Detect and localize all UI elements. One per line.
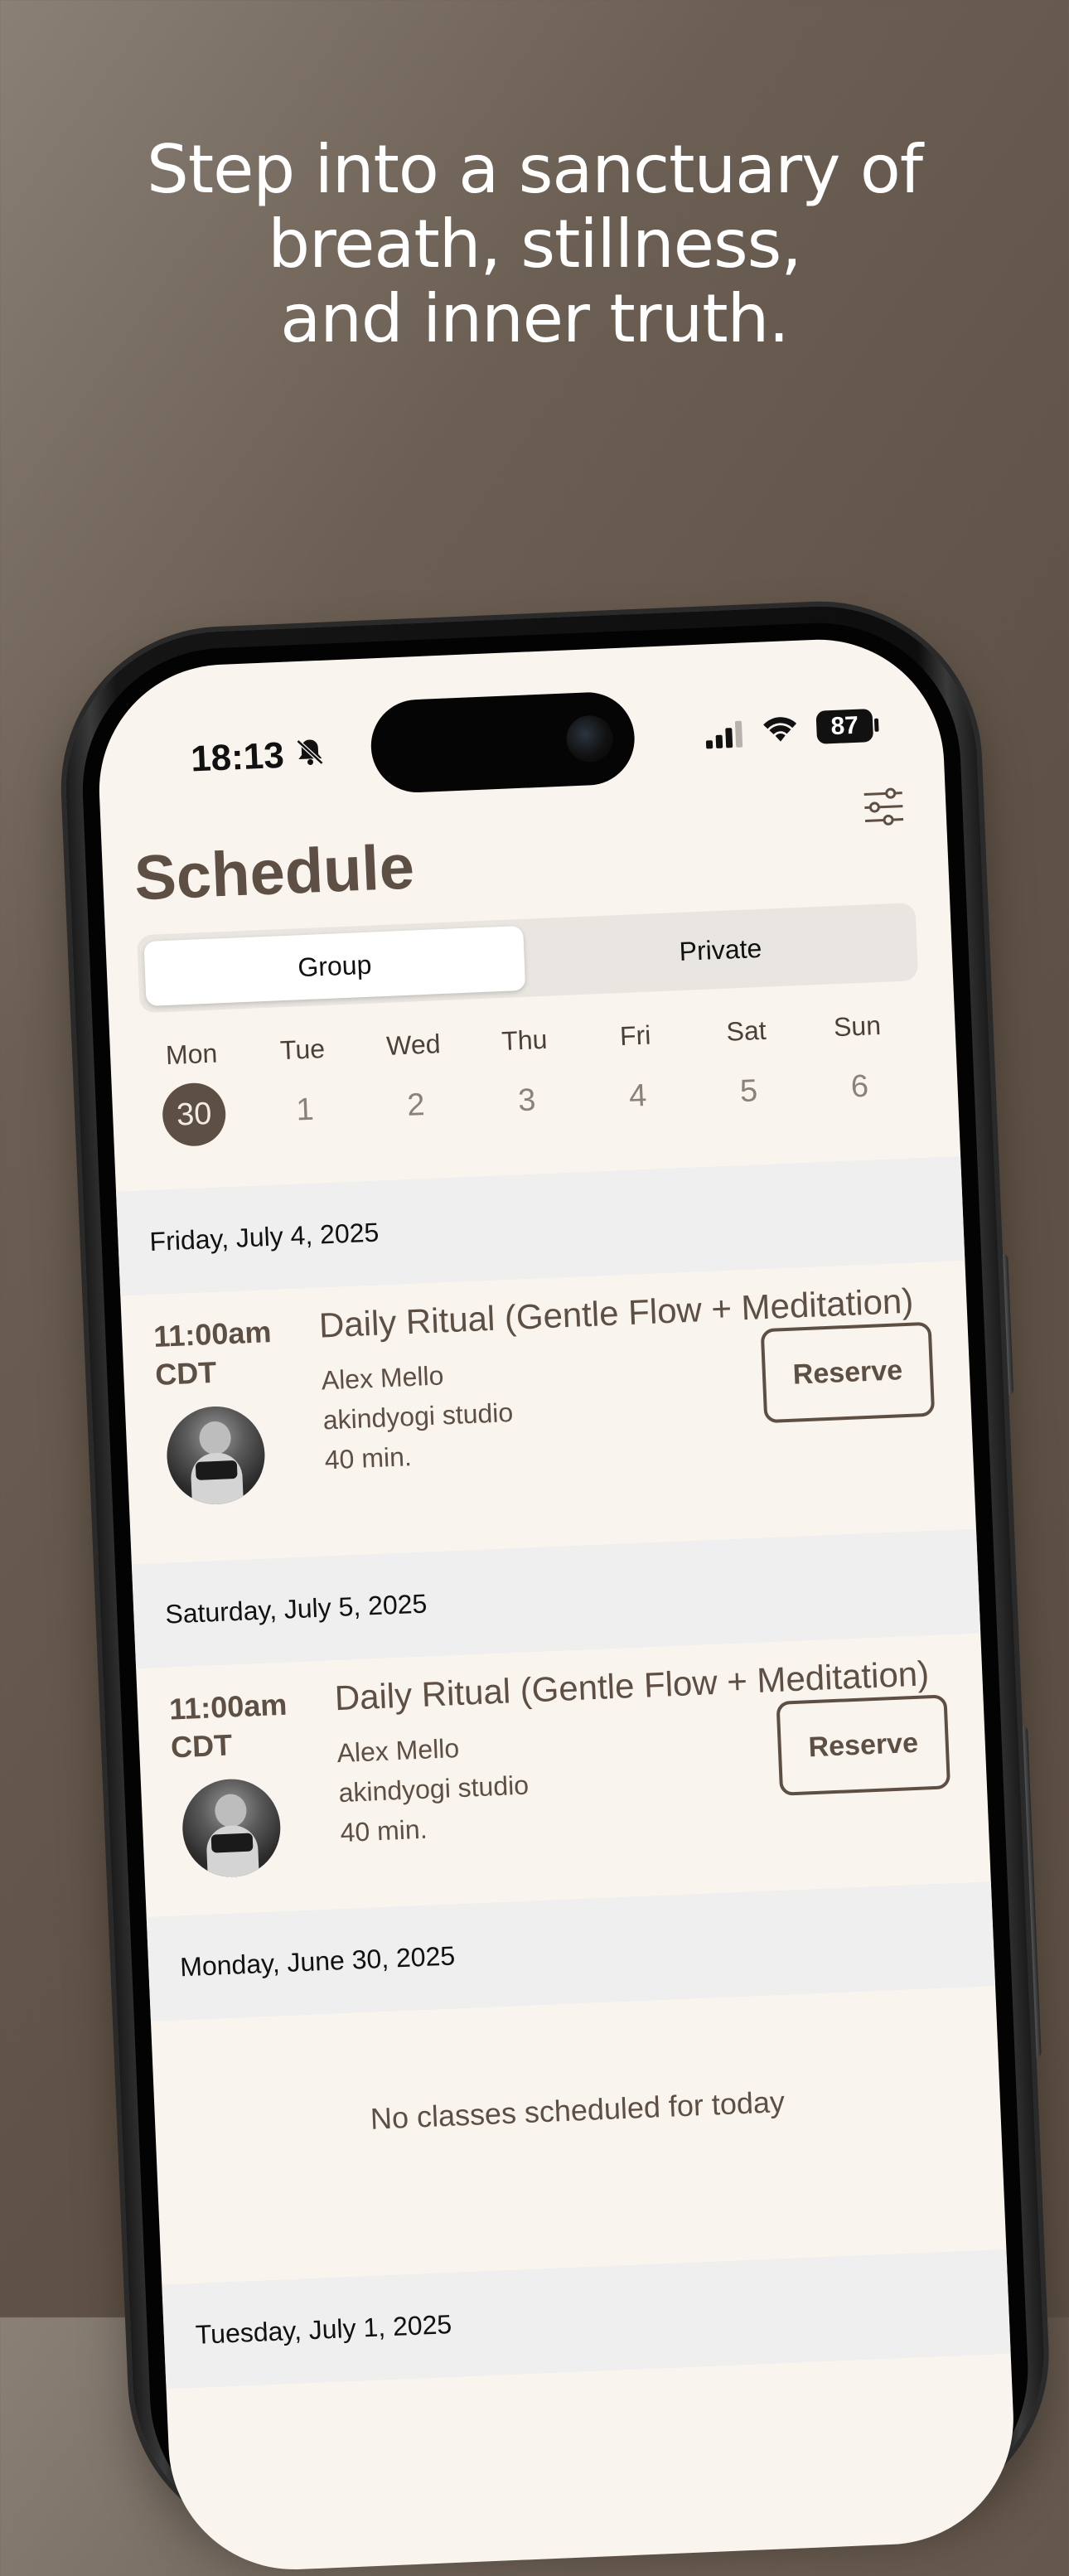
class-timezone: CDT <box>154 1354 218 1392</box>
day-sun[interactable]: Sun 6 <box>807 1010 911 1121</box>
bell-slash-icon <box>296 739 324 765</box>
day-number: 2 <box>406 1087 426 1123</box>
instructor-avatar <box>165 1404 267 1507</box>
tab-private[interactable]: Private <box>530 909 912 990</box>
day-sat[interactable]: Sat 5 <box>696 1014 800 1125</box>
class-time: 11:00am CDT <box>152 1313 273 1394</box>
page-title: Schedule <box>133 831 416 914</box>
studio-name: akindyogi studio <box>322 1397 514 1436</box>
day-name: Fri <box>619 1019 652 1052</box>
class-list-item: 11:00am CDT Daily Ritual (Gentle Flow + … <box>136 1634 991 1917</box>
class-duration: 40 min. <box>339 1813 428 1848</box>
class-timezone: CDT <box>170 1727 233 1765</box>
headline-line-1: Step into a sanctuary of <box>147 131 923 208</box>
dynamic-island <box>369 690 636 795</box>
instructor-name: Alex Mello <box>321 1360 445 1396</box>
day-number: 3 <box>517 1082 537 1119</box>
studio-name: akindyogi studio <box>337 1770 530 1809</box>
instructor-name: Alex Mello <box>336 1733 460 1769</box>
day-name: Thu <box>501 1024 549 1057</box>
class-list-item: 11:00am CDT Daily Ritual (Gentle Flow + … <box>120 1261 975 1544</box>
front-camera <box>565 714 614 763</box>
day-number: 1 <box>295 1092 315 1128</box>
day-mon[interactable]: Mon 30 <box>141 1037 244 1148</box>
battery-tip <box>873 718 879 732</box>
headline-line-2: breath, stillness, <box>268 206 802 283</box>
class-time: 11:00am CDT <box>168 1686 289 1767</box>
instructor-avatar <box>180 1777 283 1879</box>
wifi-icon <box>763 717 797 742</box>
day-number: 6 <box>850 1068 869 1105</box>
status-time: 18:13 <box>190 734 285 780</box>
cellular-signal-icon <box>705 720 743 749</box>
day-number: 4 <box>628 1077 648 1114</box>
day-thu[interactable]: Thu 3 <box>474 1023 578 1134</box>
tab-group[interactable]: Group <box>143 925 526 1007</box>
date-section-header: Tuesday, July 1, 2025 <box>162 2249 1011 2390</box>
class-duration: 40 min. <box>324 1441 413 1475</box>
day-number: 5 <box>739 1073 759 1110</box>
class-type-segmented-control: Group Private <box>137 903 919 1014</box>
day-name: Mon <box>165 1038 219 1071</box>
section-date: Saturday, July 5, 2025 <box>164 1588 428 1629</box>
phone-mockup: 18:13 87 Schedule Group Private Mon 30 T… <box>60 598 1069 2575</box>
empty-state-message: No classes scheduled for today <box>370 2084 786 2136</box>
day-name: Wed <box>385 1029 442 1061</box>
day-wed[interactable]: Wed 2 <box>363 1028 467 1139</box>
section-date: Tuesday, July 1, 2025 <box>195 2308 452 2350</box>
reserve-button[interactable]: Reserve <box>760 1321 936 1424</box>
section-date: Monday, June 30, 2025 <box>179 1940 456 1983</box>
battery-icon: 87 <box>815 709 874 744</box>
headline-line-3: and inner truth. <box>280 280 790 357</box>
section-date: Friday, July 4, 2025 <box>148 1217 380 1257</box>
day-name: Sun <box>833 1010 882 1043</box>
reserve-button[interactable]: Reserve <box>776 1694 951 1796</box>
day-name: Sat <box>725 1014 767 1047</box>
marketing-headline: Step into a sanctuary of breath, stillne… <box>0 133 1069 356</box>
class-start-time: 11:00am <box>152 1315 273 1353</box>
class-start-time: 11:00am <box>168 1687 288 1726</box>
battery-level: 87 <box>830 711 859 741</box>
day-name: Tue <box>279 1034 326 1066</box>
day-number: 30 <box>161 1082 227 1148</box>
day-fri[interactable]: Fri 4 <box>585 1019 689 1130</box>
app-screen: 18:13 87 Schedule Group Private Mon 30 T… <box>94 634 1019 2575</box>
sliders-icon[interactable] <box>860 785 907 828</box>
day-tue[interactable]: Tue 1 <box>252 1033 356 1144</box>
week-day-picker: Mon 30 Tue 1 Wed 2 Thu 3 Fri 4 Sat 5 Sun… <box>141 1009 924 1165</box>
